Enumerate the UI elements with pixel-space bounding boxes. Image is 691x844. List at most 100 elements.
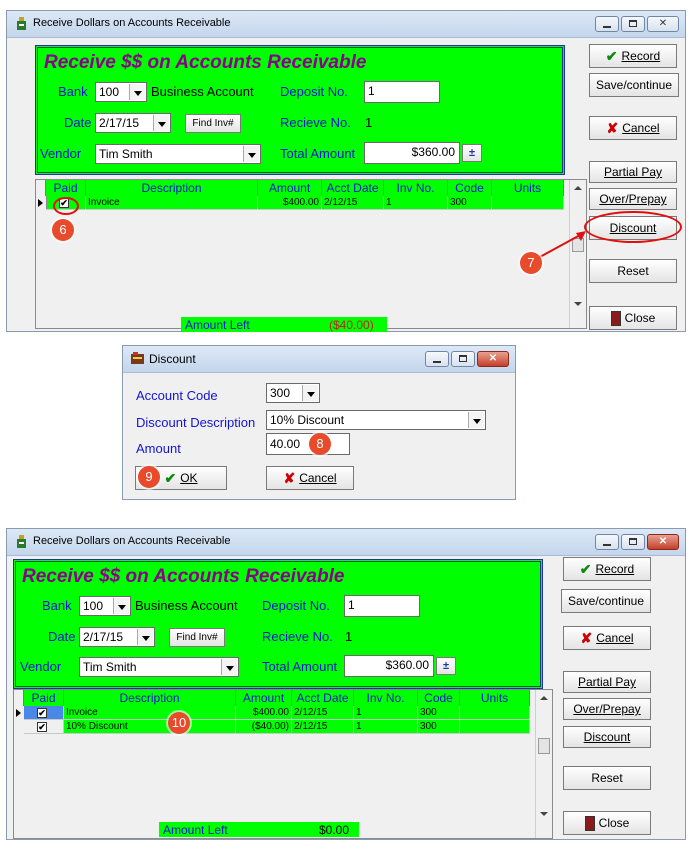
minimize-button[interactable] bbox=[595, 534, 619, 550]
date-picker[interactable]: 2/17/15 bbox=[79, 627, 155, 647]
bank-select[interactable]: 100 bbox=[79, 596, 131, 616]
acct-date-cell[interactable]: 2/12/15 bbox=[292, 720, 354, 734]
title-bar[interactable]: Receive Dollars on Accounts Receivable bbox=[7, 529, 685, 556]
col-code[interactable]: Code bbox=[448, 180, 492, 196]
col-acct-date[interactable]: Acct Date bbox=[322, 180, 384, 196]
title-bar[interactable]: Receive Dollars on Accounts Receivable bbox=[7, 11, 685, 38]
close-button[interactable]: Close bbox=[563, 811, 651, 835]
grid-scrollbar[interactable] bbox=[535, 690, 552, 838]
save-continue-button[interactable]: Save/continue bbox=[561, 589, 651, 613]
col-description[interactable]: Description bbox=[64, 690, 236, 706]
find-inv-button[interactable]: Find Inv# bbox=[185, 114, 241, 133]
calculator-button[interactable]: ± bbox=[462, 144, 482, 162]
units-cell[interactable] bbox=[460, 706, 530, 720]
description-cell[interactable]: 10% Discount bbox=[64, 720, 236, 734]
col-acct-date[interactable]: Acct Date bbox=[292, 690, 354, 706]
inv-no-cell[interactable]: 1 bbox=[354, 720, 418, 734]
inv-no-cell[interactable]: 1 bbox=[354, 706, 418, 720]
amount-cell[interactable]: $400.00 bbox=[236, 706, 292, 720]
deposit-input[interactable]: 1 bbox=[344, 595, 420, 617]
description-cell[interactable]: Invoice bbox=[64, 706, 236, 720]
record-button[interactable]: ✔ Record bbox=[563, 557, 651, 581]
over-prepay-button[interactable]: Over/Prepay bbox=[563, 698, 651, 720]
col-description[interactable]: Description bbox=[86, 180, 258, 196]
close-window-button[interactable] bbox=[647, 534, 679, 550]
step-badge-7: 7 bbox=[520, 252, 542, 274]
receive-value: 1 bbox=[345, 629, 353, 644]
table-row[interactable]: ✔ 10% Discount ($40.00) 2/12/15 1 300 bbox=[14, 720, 530, 734]
paid-cell[interactable]: ✔ bbox=[24, 706, 64, 720]
account-code-select[interactable]: 300 bbox=[266, 383, 320, 403]
units-cell[interactable] bbox=[492, 196, 564, 210]
discount-button[interactable]: Discount bbox=[563, 726, 651, 748]
maximize-button[interactable] bbox=[621, 16, 645, 32]
inv-no-cell[interactable]: 1 bbox=[384, 196, 448, 210]
maximize-button[interactable] bbox=[451, 351, 475, 367]
cancel-button[interactable]: ✘ Cancel bbox=[563, 626, 651, 650]
amount-input[interactable]: 40.00 bbox=[266, 433, 350, 455]
close-window-button[interactable] bbox=[477, 351, 509, 367]
calculator-icon: ± bbox=[442, 660, 450, 672]
partial-pay-button[interactable]: Partial Pay bbox=[563, 671, 651, 693]
discount-description-select[interactable]: 10% Discount bbox=[266, 410, 486, 430]
minimize-button[interactable] bbox=[425, 351, 449, 367]
units-cell[interactable] bbox=[460, 720, 530, 734]
close-window-button[interactable] bbox=[647, 16, 679, 32]
date-label: Date bbox=[48, 629, 76, 644]
code-cell[interactable]: 300 bbox=[418, 720, 460, 734]
total-amount-input[interactable]: $360.00 bbox=[344, 655, 434, 677]
col-inv-no[interactable]: Inv No. bbox=[354, 690, 418, 706]
col-code[interactable]: Code bbox=[418, 690, 460, 706]
close-button[interactable]: Close bbox=[589, 306, 677, 330]
maximize-button[interactable] bbox=[621, 534, 645, 550]
partial-pay-button[interactable]: Partial Pay bbox=[589, 161, 677, 183]
reset-button[interactable]: Reset bbox=[563, 766, 651, 790]
code-cell[interactable]: 300 bbox=[418, 706, 460, 720]
deposit-input[interactable]: 1 bbox=[364, 81, 440, 103]
minimize-button[interactable] bbox=[595, 16, 619, 32]
dialog-cancel-button[interactable]: ✘ Cancel bbox=[266, 466, 354, 490]
col-paid[interactable]: Paid bbox=[24, 690, 64, 706]
amount-cell[interactable]: ($40.00) bbox=[236, 720, 292, 734]
col-inv-no[interactable]: Inv No. bbox=[384, 180, 448, 196]
header-panel: Receive $$ on Accounts Receivable Bank 1… bbox=[13, 559, 543, 689]
panel-title: Receive $$ on Accounts Receivable bbox=[44, 52, 367, 73]
save-continue-button[interactable]: Save/continue bbox=[589, 73, 679, 97]
col-amount[interactable]: Amount bbox=[236, 690, 292, 706]
calculator-button[interactable]: ± bbox=[436, 657, 456, 675]
amount-cell[interactable]: $400.00 bbox=[258, 196, 322, 210]
deposit-label: Deposit No. bbox=[280, 84, 348, 99]
cancel-button[interactable]: ✘ Cancel bbox=[589, 116, 677, 140]
scroll-up-icon[interactable] bbox=[540, 696, 548, 700]
total-amount-input[interactable]: $360.00 bbox=[364, 142, 460, 164]
find-inv-button[interactable]: Find Inv# bbox=[169, 628, 225, 647]
reset-button[interactable]: Reset bbox=[589, 259, 677, 283]
col-amount[interactable]: Amount bbox=[258, 180, 322, 196]
vendor-select[interactable]: Tim Smith bbox=[95, 144, 261, 164]
date-picker[interactable]: 2/17/15 bbox=[95, 113, 171, 133]
col-paid[interactable]: Paid bbox=[46, 180, 86, 196]
scroll-down-icon[interactable] bbox=[574, 302, 582, 306]
table-row[interactable]: ✔ Invoice $400.00 2/12/15 1 300 bbox=[36, 196, 564, 210]
total-label: Total Amount bbox=[280, 146, 356, 161]
vendor-select[interactable]: Tim Smith bbox=[79, 657, 239, 677]
acct-date-cell[interactable]: 2/12/15 bbox=[292, 706, 354, 720]
over-prepay-button[interactable]: Over/Prepay bbox=[589, 188, 677, 210]
description-cell[interactable]: Invoice bbox=[86, 196, 258, 210]
bank-select[interactable]: 100 bbox=[95, 82, 147, 102]
dialog-title-bar[interactable]: Discount bbox=[123, 346, 515, 373]
account-code-label: Account Code bbox=[136, 388, 218, 403]
paid-cell[interactable]: ✔ bbox=[24, 720, 64, 734]
table-row[interactable]: ✔ Invoice $400.00 2/12/15 1 300 bbox=[14, 706, 530, 720]
step-badge-8: 8 bbox=[309, 433, 331, 455]
paid-checkbox[interactable]: ✔ bbox=[37, 722, 47, 732]
acct-date-cell[interactable]: 2/12/15 bbox=[322, 196, 384, 210]
code-cell[interactable]: 300 bbox=[448, 196, 492, 210]
paid-checkbox[interactable]: ✔ bbox=[37, 708, 47, 718]
col-units[interactable]: Units bbox=[460, 690, 530, 706]
col-units[interactable]: Units bbox=[492, 180, 564, 196]
scroll-up-icon[interactable] bbox=[574, 186, 582, 190]
record-button[interactable]: ✔ Record bbox=[589, 44, 677, 68]
scroll-down-icon[interactable] bbox=[540, 812, 548, 816]
scroll-thumb[interactable] bbox=[538, 738, 550, 754]
